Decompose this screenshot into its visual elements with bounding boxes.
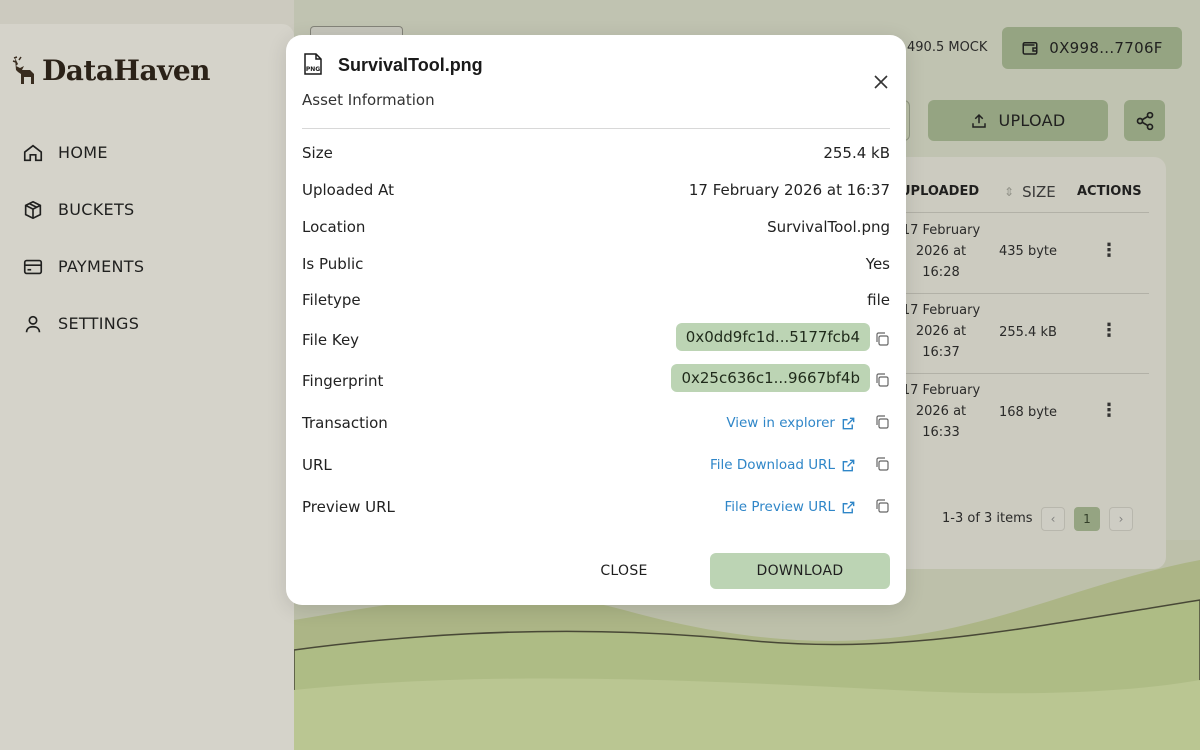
field-is-public: Is Public Yes (302, 252, 890, 276)
file-preview-url-link[interactable]: File Preview URL (724, 499, 856, 515)
copy-icon[interactable] (874, 372, 890, 388)
field-transaction: Transaction View in explorer (302, 411, 890, 435)
field-preview-url: Preview URL File Preview URL (302, 495, 890, 519)
field-label: Uploaded At (302, 181, 394, 199)
link-label: View in explorer (726, 415, 835, 431)
field-label: Size (302, 144, 333, 162)
copy-icon[interactable] (874, 331, 890, 347)
field-label: Preview URL (302, 498, 395, 516)
field-label: Transaction (302, 414, 388, 432)
field-label: URL (302, 456, 332, 474)
field-label: Fingerprint (302, 372, 384, 390)
file-download-url-link[interactable]: File Download URL (710, 457, 856, 473)
field-location: Location SurvivalTool.png (302, 215, 890, 239)
field-url: URL File Download URL (302, 453, 890, 477)
field-file-key: File Key 0x0dd9fc1d...5177fcb4 (302, 323, 890, 352)
field-size: Size 255.4 kB (302, 141, 890, 165)
field-value: 17 February 2026 at 16:37 (688, 181, 890, 199)
view-in-explorer-link[interactable]: View in explorer (726, 415, 856, 431)
field-label: Location (302, 218, 366, 236)
link-label: File Download URL (709, 457, 835, 473)
field-label: File Key (302, 331, 360, 349)
copy-icon[interactable] (874, 456, 890, 472)
dialog-title: SurvivalTool.png (338, 55, 483, 75)
dialog-subtitle: Asset Information (302, 91, 435, 109)
asset-info-dialog: PNG SurvivalTool.png Asset Information S… (286, 35, 906, 605)
field-value: SurvivalTool.png (767, 218, 890, 236)
field-uploaded-at: Uploaded At 17 February 2026 at 16:37 (302, 178, 890, 202)
file-type-badge: PNG (306, 66, 320, 73)
external-link-icon (842, 417, 855, 429)
field-value: Yes (865, 255, 890, 273)
field-fingerprint: Fingerprint 0x25c636c1...9667bf4b (302, 364, 890, 393)
field-value: 255.4 kB (823, 144, 890, 162)
link-label: File Preview URL (724, 499, 835, 515)
fingerprint-chip[interactable]: 0x25c636c1...9667bf4b (671, 364, 870, 392)
external-link-icon (842, 501, 855, 513)
download-button[interactable]: DOWNLOAD (710, 553, 890, 589)
external-link-icon (842, 459, 855, 471)
copy-icon[interactable] (874, 414, 890, 430)
field-label: Is Public (302, 255, 364, 273)
png-file-icon: PNG (304, 53, 322, 75)
dialog-divider (302, 128, 890, 129)
copy-icon[interactable] (874, 498, 890, 514)
file-key-chip[interactable]: 0x0dd9fc1d...5177fcb4 (675, 323, 870, 351)
field-value: file (867, 291, 890, 309)
close-icon[interactable] (870, 71, 892, 93)
close-button[interactable]: CLOSE (576, 553, 672, 589)
field-filetype: Filetype file (302, 288, 890, 312)
field-label: Filetype (302, 291, 361, 309)
